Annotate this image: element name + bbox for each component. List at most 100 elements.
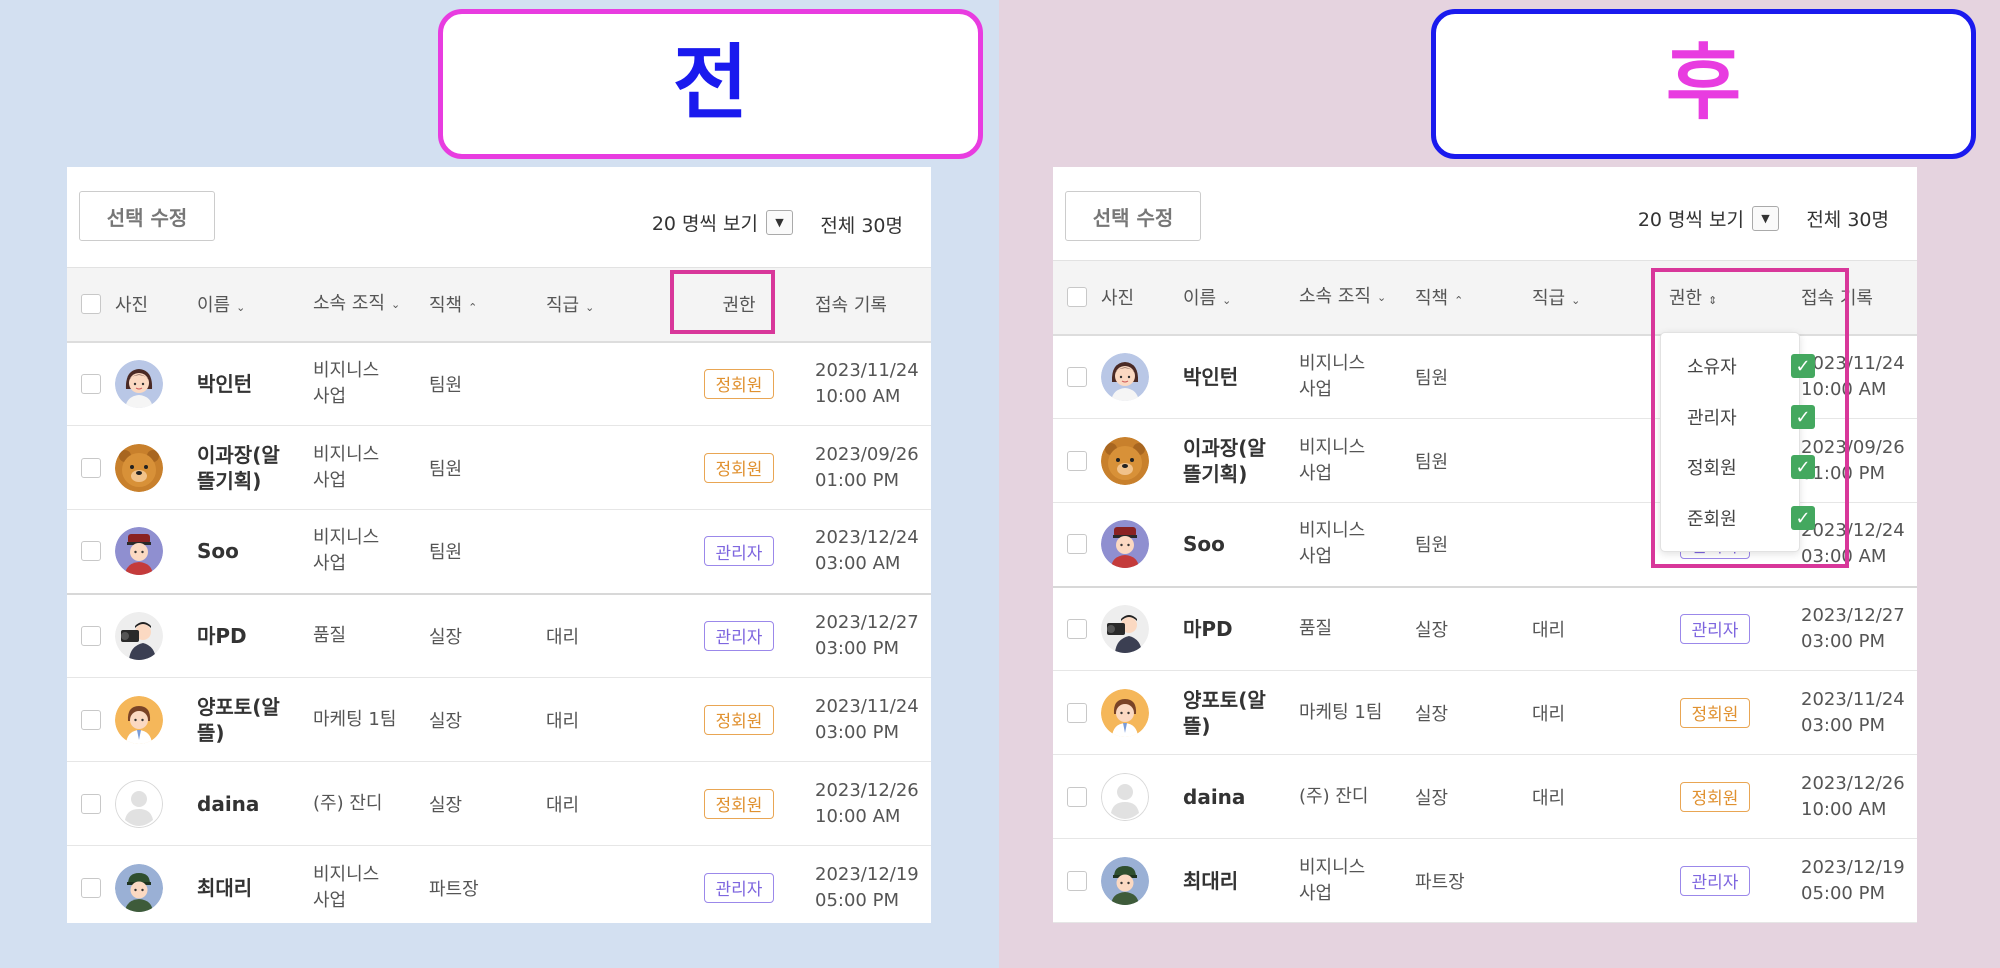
chevron-down-icon[interactable]: ▼ bbox=[1752, 206, 1779, 231]
chevron-down-icon[interactable]: ▼ bbox=[766, 210, 793, 235]
table-row[interactable]: 박인턴 비지니스사업 팀원 정회원 2023/11/2410:00 AM bbox=[67, 342, 931, 426]
edit-selected-button[interactable]: 선택 수정 bbox=[1065, 191, 1201, 241]
woman-avatar-icon bbox=[1101, 352, 1149, 401]
after-title-box: 후 bbox=[1431, 9, 1976, 159]
row-checkbox[interactable] bbox=[1067, 366, 1087, 387]
member-rank bbox=[1532, 839, 1649, 923]
row-checkbox[interactable] bbox=[81, 793, 101, 814]
col-rank[interactable]: 직급 ⌄ bbox=[546, 268, 663, 342]
col-rank[interactable]: 직급 ⌄ bbox=[1532, 261, 1649, 335]
table-row[interactable]: 마PD 품질 실장 대리 관리자 2023/12/27 03:00 PM bbox=[1053, 587, 1917, 671]
edit-selected-button[interactable]: 선택 수정 bbox=[79, 191, 215, 241]
role-badge: 정회원 bbox=[1680, 781, 1750, 812]
table-row[interactable]: daina (주) 잔디 실장 대리 정회원 2023/12/26 10:00 AM bbox=[67, 762, 931, 846]
role-badge: 관리자 bbox=[704, 620, 774, 651]
col-name[interactable]: 이름 ⌄ bbox=[1183, 261, 1299, 335]
role-badge: 관리자 bbox=[1680, 865, 1750, 896]
role-badge: 정회원 bbox=[1680, 697, 1750, 728]
member-rank bbox=[546, 846, 663, 924]
col-org-label: 소속 조직 bbox=[1299, 286, 1371, 308]
member-rank: 대리 bbox=[546, 626, 580, 648]
member-rank: 대리 bbox=[1532, 787, 1566, 809]
member-rank: 대리 bbox=[546, 710, 580, 732]
col-name[interactable]: 이름 ⌄ bbox=[197, 268, 313, 342]
member-name: 박인턴 bbox=[1183, 364, 1239, 389]
per-page-select[interactable]: 20 명씩 보기 ▼ bbox=[1638, 205, 1779, 232]
chevron-down-icon[interactable]: ⌄ bbox=[1571, 294, 1580, 307]
after-title: 후 bbox=[1665, 36, 1742, 131]
doctor-avatar-icon bbox=[1101, 688, 1149, 737]
col-access: 접속 기록 bbox=[815, 295, 887, 317]
table-row[interactable]: Soo 비지니스사업 팀원 관리자 2023/12/2403:00 AM bbox=[67, 510, 931, 594]
chevron-down-icon[interactable]: ⌄ bbox=[1222, 294, 1231, 307]
col-org[interactable]: 소속 조직 ⌄ bbox=[1299, 261, 1415, 335]
member-org: 비지니스 사업 bbox=[313, 443, 380, 491]
per-page-select[interactable]: 20 명씩 보기 ▼ bbox=[652, 209, 793, 236]
row-checkbox[interactable] bbox=[1067, 618, 1087, 639]
access-time: 2023/11/24 03:00 PM bbox=[1801, 688, 1905, 736]
table-row[interactable]: 이과장(알뜰기획) 비지니스사업 팀원 정회원 2023/09/2601:00 PM bbox=[67, 426, 931, 510]
row-checkbox[interactable] bbox=[81, 373, 101, 394]
member-duty: 팀원 bbox=[1415, 535, 1449, 557]
member-org: 비지니스 사업 bbox=[1299, 520, 1366, 568]
row-checkbox[interactable] bbox=[1067, 786, 1087, 807]
role-filter-highlight bbox=[1651, 268, 1849, 568]
chevron-up-icon[interactable]: ⌃ bbox=[468, 301, 477, 314]
access-time: 2023/12/26 10:00 AM bbox=[815, 779, 919, 827]
col-duty[interactable]: 직책 ⌃ bbox=[429, 268, 546, 342]
row-checkbox[interactable] bbox=[1067, 870, 1087, 891]
chevron-up-icon[interactable]: ⌃ bbox=[1454, 294, 1463, 307]
table-row[interactable]: 양포토(알 뜰) 마케팅 1팀 실장 대리 정회원 2023/11/24 03:00 PM bbox=[67, 678, 931, 762]
woman-avatar-icon bbox=[115, 359, 163, 408]
chevron-down-icon[interactable]: ⌄ bbox=[585, 301, 594, 314]
row-checkbox[interactable] bbox=[81, 709, 101, 730]
member-name: daina bbox=[197, 791, 260, 816]
member-org: 비지니스 사업 bbox=[313, 863, 380, 911]
member-duty: 실장 bbox=[429, 794, 463, 816]
row-checkbox[interactable] bbox=[1067, 534, 1087, 555]
chevron-down-icon[interactable]: ⌄ bbox=[236, 301, 245, 314]
before-title: 전 bbox=[672, 36, 749, 131]
member-name: 이과장(알 뜰기획) bbox=[197, 442, 280, 493]
member-name: Soo bbox=[197, 539, 239, 564]
member-table-panel: 선택 수정 20 명씩 보기 ▼ 전체 30명 사진 이름 ⌄ 소속 조직 ⌄ 직책… bbox=[67, 167, 931, 923]
table-row[interactable]: 최대리 비지니스 사업 파트장 관리자 2023/12/19 05:00 PM bbox=[1053, 839, 1917, 923]
access-time: 2023/12/27 03:00 PM bbox=[1801, 604, 1905, 652]
chevron-down-icon[interactable]: ⌄ bbox=[391, 298, 400, 311]
select-all-checkbox[interactable] bbox=[1067, 287, 1087, 308]
chevron-down-icon[interactable]: ⌄ bbox=[1377, 291, 1386, 304]
row-checkbox[interactable] bbox=[81, 625, 101, 646]
member-name: 최대리 bbox=[1183, 868, 1239, 893]
table-row[interactable]: 최대리 비지니스 사업 파트장 관리자 2023/12/19 05:00 PM bbox=[67, 846, 931, 924]
total-count: 전체 30명 bbox=[1806, 209, 1889, 231]
member-duty: 파트장 bbox=[429, 878, 479, 900]
table-row[interactable]: daina (주) 잔디 실장 대리 정회원 2023/12/26 10:00 AM bbox=[1053, 755, 1917, 839]
per-page-label: 20 명씩 보기 bbox=[1637, 209, 1744, 231]
member-org: 품질 bbox=[313, 624, 347, 646]
access-time: 2023/09/26 01:00 PM bbox=[815, 443, 919, 491]
member-org: 마케팅 1팀 bbox=[1299, 701, 1383, 723]
access-time: 2023/12/27 03:00 PM bbox=[815, 611, 919, 659]
member-duty: 파트장 bbox=[1415, 871, 1465, 893]
row-checkbox[interactable] bbox=[81, 541, 101, 562]
member-org: 비지니스 사업 bbox=[1299, 436, 1366, 484]
role-badge: 정회원 bbox=[704, 704, 774, 735]
table-toolbar: 선택 수정 20 명씩 보기 ▼ 전체 30명 bbox=[1053, 167, 1917, 260]
default-avatar-icon bbox=[1101, 772, 1149, 821]
select-all-checkbox[interactable] bbox=[81, 294, 101, 315]
col-duty[interactable]: 직책 ⌃ bbox=[1415, 261, 1532, 335]
table-row[interactable]: 마PD 품질 실장 대리 관리자 2023/12/27 03:00 PM bbox=[67, 594, 931, 678]
member-rank bbox=[546, 510, 663, 594]
row-checkbox[interactable] bbox=[81, 877, 101, 898]
role-badge: 정회원 bbox=[704, 452, 774, 483]
row-checkbox[interactable] bbox=[81, 457, 101, 478]
after-panel: 후 선택 수정 20 명씩 보기 ▼ 전체 30명 사진 이름 ⌄ 소속 조직 ⌄ … bbox=[999, 0, 2000, 968]
table-row[interactable]: 양포토(알 뜰) 마케팅 1팀 실장 대리 정회원 2023/11/24 03:00 PM bbox=[1053, 671, 1917, 755]
col-org-label: 소속 조직 bbox=[313, 293, 385, 315]
member-duty: 실장 bbox=[1415, 787, 1449, 809]
row-checkbox[interactable] bbox=[1067, 450, 1087, 471]
guard-avatar-icon bbox=[115, 527, 163, 576]
col-org[interactable]: 소속 조직 ⌄ bbox=[313, 268, 429, 342]
row-checkbox[interactable] bbox=[1067, 702, 1087, 723]
member-rank bbox=[1532, 419, 1649, 503]
